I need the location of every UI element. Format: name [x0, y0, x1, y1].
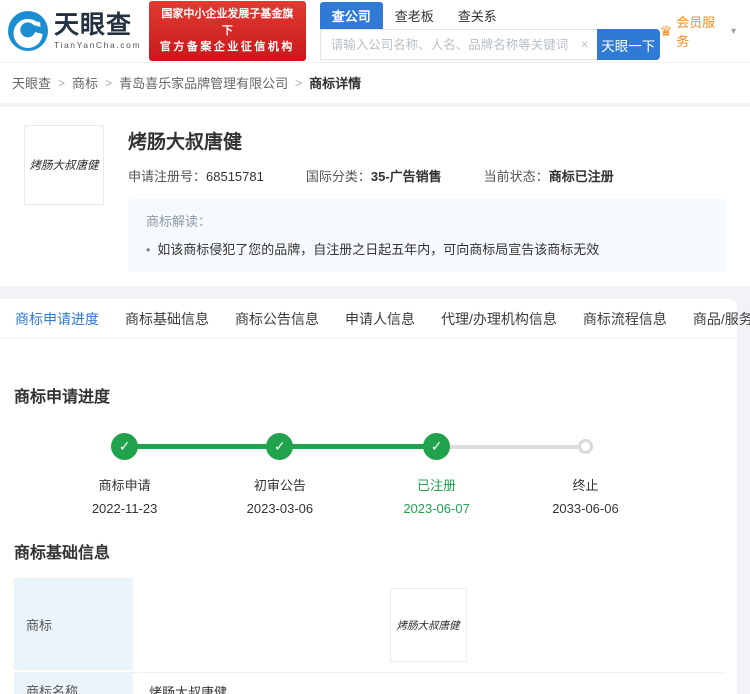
breadcrumb-separator: > [58, 76, 65, 90]
step-date: 2023-06-07 [372, 501, 502, 516]
step-label: 已注册 [372, 475, 502, 494]
status-label: 当前状态： [484, 169, 549, 184]
timeline-step-termination: 终止 2033-06-06 [520, 433, 650, 516]
step-label: 初审公告 [215, 475, 345, 494]
crown-icon: ♛ [660, 23, 673, 40]
table-row-trademark-image: 商标 烤肠大叔唐健 [14, 578, 723, 673]
detail-tabs: 商标申请进度 商标基础信息 商标公告信息 申请人信息 代理/办理机构信息 商标流… [0, 299, 737, 339]
search-module: 查公司 查老板 查关系 × 天眼一下 [320, 2, 660, 60]
status-badge: 商标已注册 [549, 169, 614, 184]
breadcrumb-home[interactable]: 天眼查 [12, 73, 51, 92]
basic-info-table: 商标 烤肠大叔唐健 商标名称 烤肠大叔唐健 申请/注册号 68515781 国际… [14, 578, 723, 694]
row-label: 商标名称 [14, 673, 133, 694]
row-label: 商标 [14, 578, 133, 672]
page-title: 烤肠大叔唐健 [128, 127, 726, 154]
trademark-image: 烤肠大叔唐健 [24, 125, 104, 205]
breadcrumb-separator: > [105, 76, 112, 90]
intl-class-value: 35-广告销售 [371, 169, 442, 184]
timeline-step-registered: ✓ 已注册 2023-06-07 [372, 433, 502, 516]
breadcrumb: 天眼查 > 商标 > 青岛喜乐家品牌管理有限公司 > 商标详情 [0, 63, 750, 107]
tab-application-progress[interactable]: 商标申请进度 [2, 309, 112, 329]
tab-goods-services[interactable]: 商品/服务项目 [680, 309, 750, 329]
logo-name: 天眼查 [54, 13, 141, 38]
badge-line2: 官方备案企业征信机构 [157, 39, 298, 56]
check-circle-icon: ✓ [111, 433, 138, 460]
interpretation-item: •如该商标侵犯了您的品牌，自注册之日起五年内，可向商标局宣告该商标无效 [146, 239, 708, 258]
trademark-info-row: 申请注册号：68515781 国际分类：35-广告销售 当前状态：商标已注册 [128, 166, 726, 185]
trademark-interpretation-box: 商标解读： •如该商标侵犯了您的品牌，自注册之日起五年内，可向商标局宣告该商标无… [128, 199, 726, 272]
step-date: 2023-03-06 [215, 501, 345, 516]
tab-agency-info[interactable]: 代理/办理机构信息 [428, 309, 570, 329]
check-circle-icon: ✓ [266, 433, 293, 460]
breadcrumb-current: 商标详情 [309, 73, 361, 92]
search-tab-boss[interactable]: 查老板 [383, 2, 446, 29]
chevron-down-icon: ▾ [731, 26, 736, 37]
row-value: 烤肠大叔唐健 [133, 673, 723, 694]
trademark-image-text: 烤肠大叔唐健 [30, 157, 99, 173]
member-services[interactable]: ♛ 会员服务 ▾ [660, 12, 736, 50]
tianyancha-logo-icon [8, 11, 48, 51]
member-services-label: 会员服务 [676, 12, 727, 50]
table-row-trademark-name: 商标名称 烤肠大叔唐健 [14, 673, 723, 694]
search-tab-relation[interactable]: 查关系 [446, 2, 509, 29]
section-title-progress: 商标申请进度 [14, 339, 723, 407]
breadcrumb-company[interactable]: 青岛喜乐家品牌管理有限公司 [119, 73, 288, 92]
intl-class-label: 国际分类： [306, 169, 371, 184]
step-label: 终止 [520, 475, 650, 494]
breadcrumb-trademark[interactable]: 商标 [72, 73, 98, 92]
bullet-icon: • [146, 243, 150, 257]
trademark-summary-card: 烤肠大叔唐健 烤肠大叔唐健 申请注册号：68515781 国际分类：35-广告销… [0, 107, 750, 286]
search-tabs: 查公司 查老板 查关系 [320, 2, 660, 29]
official-certification-badge: 国家中小企业发展子基金旗下 官方备案企业征信机构 [149, 1, 306, 61]
trademark-detail-card: 商标申请进度 商标基础信息 商标公告信息 申请人信息 代理/办理机构信息 商标流… [0, 299, 737, 694]
tianyancha-logo[interactable]: 天眼查 TianYanCha.com [8, 11, 141, 51]
tab-gazette-info[interactable]: 商标公告信息 [222, 309, 332, 329]
reg-no-label: 申请注册号： [128, 169, 206, 184]
check-circle-icon: ✓ [423, 433, 450, 460]
interpretation-title: 商标解读： [146, 211, 708, 230]
section-title-basic-info: 商标基础信息 [14, 535, 723, 563]
section-gap [0, 286, 750, 299]
badge-line1: 国家中小企业发展子基金旗下 [157, 6, 298, 39]
tab-process-info[interactable]: 商标流程信息 [570, 309, 680, 329]
logo-domain: TianYanCha.com [54, 41, 141, 50]
trademark-image: 烤肠大叔唐健 [390, 588, 467, 662]
pending-circle-icon [578, 439, 593, 454]
search-tab-company[interactable]: 查公司 [320, 2, 383, 29]
search-input[interactable] [320, 29, 597, 60]
trademark-image-text: 烤肠大叔唐健 [397, 618, 460, 633]
reg-no-value: 68515781 [206, 169, 264, 184]
step-date: 2022-11-23 [60, 501, 190, 516]
top-header: 天眼查 TianYanCha.com 国家中小企业发展子基金旗下 官方备案企业征… [0, 0, 750, 63]
application-progress-timeline: ✓ 商标申请 2022-11-23 ✓ 初审公告 2023-03-06 ✓ 已注… [14, 425, 723, 535]
tab-basic-info[interactable]: 商标基础信息 [112, 309, 222, 329]
clear-icon[interactable]: × [581, 36, 589, 52]
step-label: 商标申请 [60, 475, 190, 494]
search-button[interactable]: 天眼一下 [597, 29, 660, 60]
timeline-step-preliminary-gazette: ✓ 初审公告 2023-03-06 [215, 433, 345, 516]
timeline-step-application: ✓ 商标申请 2022-11-23 [60, 433, 190, 516]
tab-applicant-info[interactable]: 申请人信息 [332, 309, 428, 329]
breadcrumb-separator: > [295, 76, 302, 90]
step-date: 2033-06-06 [520, 501, 650, 516]
